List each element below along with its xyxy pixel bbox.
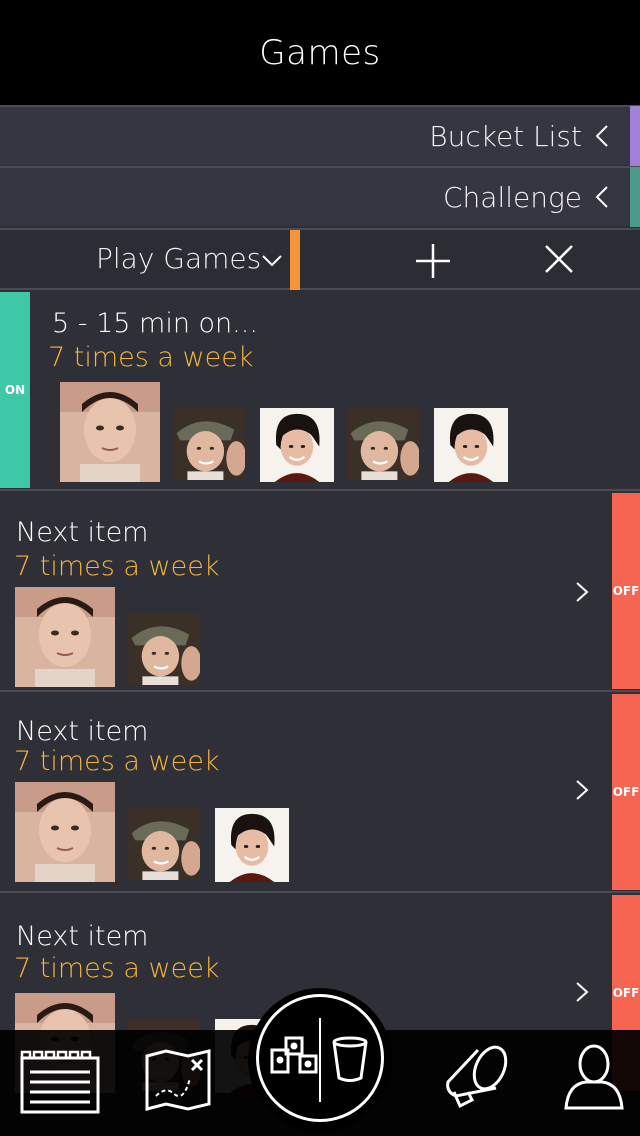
- menu-item-bucket-list[interactable]: Bucket List: [0, 105, 640, 166]
- status-toggle-off[interactable]: OFF: [612, 694, 640, 890]
- avatar: [215, 808, 289, 882]
- chevron-down-icon[interactable]: [260, 250, 284, 270]
- chevron-left-icon: [595, 125, 608, 147]
- list-item[interactable]: Next item 7 times a week OFF: [0, 692, 640, 893]
- status-toggle-off[interactable]: OFF: [612, 493, 640, 689]
- avatar: [15, 587, 115, 687]
- menu-item-label: Bucket List: [429, 119, 582, 153]
- item-name: Next item: [16, 921, 149, 952]
- item-name: Next item: [16, 716, 149, 747]
- list-icon[interactable]: [20, 1050, 100, 1114]
- status-toggle-on[interactable]: ON: [0, 292, 30, 488]
- chevron-right-icon[interactable]: [574, 779, 590, 801]
- challenge-accent: [630, 167, 640, 227]
- status-label: ON: [4, 383, 26, 397]
- avatar: [173, 408, 245, 480]
- page-title: Games: [259, 32, 381, 73]
- cup-icon[interactable]: [330, 1036, 370, 1084]
- close-icon[interactable]: [542, 242, 576, 276]
- status-label: OFF: [612, 986, 640, 1000]
- avatar: [260, 408, 334, 482]
- status-label: OFF: [612, 785, 640, 799]
- list-item[interactable]: Next item 7 times a week OFF: [0, 491, 640, 692]
- item-name: 5 - 15 min on...: [52, 308, 258, 339]
- chevron-right-icon[interactable]: [574, 581, 590, 603]
- avatar: [434, 408, 508, 482]
- item-name: Next item: [16, 517, 149, 548]
- item-frequency: 7 times a week: [48, 342, 254, 373]
- item-frequency: 7 times a week: [14, 953, 220, 984]
- profile-icon[interactable]: [562, 1044, 626, 1110]
- category-dropdown[interactable]: Play Games: [96, 242, 261, 275]
- avatar: [347, 408, 419, 480]
- bucket-list-accent: [630, 106, 640, 166]
- item-frequency: 7 times a week: [14, 551, 220, 582]
- avatar: [15, 782, 115, 882]
- menu-item-label: Challenge: [442, 180, 582, 214]
- avatar: [60, 382, 160, 482]
- category-accent: [290, 230, 300, 290]
- map-icon[interactable]: [144, 1048, 212, 1112]
- item-frequency: 7 times a week: [14, 746, 220, 777]
- chevron-left-icon: [595, 186, 608, 208]
- toolbar: Play Games: [0, 228, 640, 290]
- add-icon[interactable]: [414, 242, 452, 280]
- megaphone-icon[interactable]: [438, 1042, 512, 1112]
- list-item[interactable]: ON 5 - 15 min on... 7 times a week: [0, 290, 640, 491]
- chevron-right-icon[interactable]: [574, 981, 590, 1003]
- avatar: [128, 808, 200, 880]
- app-header: Games: [0, 0, 640, 105]
- avatar: [128, 613, 200, 685]
- menu-item-challenge[interactable]: Challenge: [0, 166, 640, 227]
- status-label: OFF: [612, 584, 640, 598]
